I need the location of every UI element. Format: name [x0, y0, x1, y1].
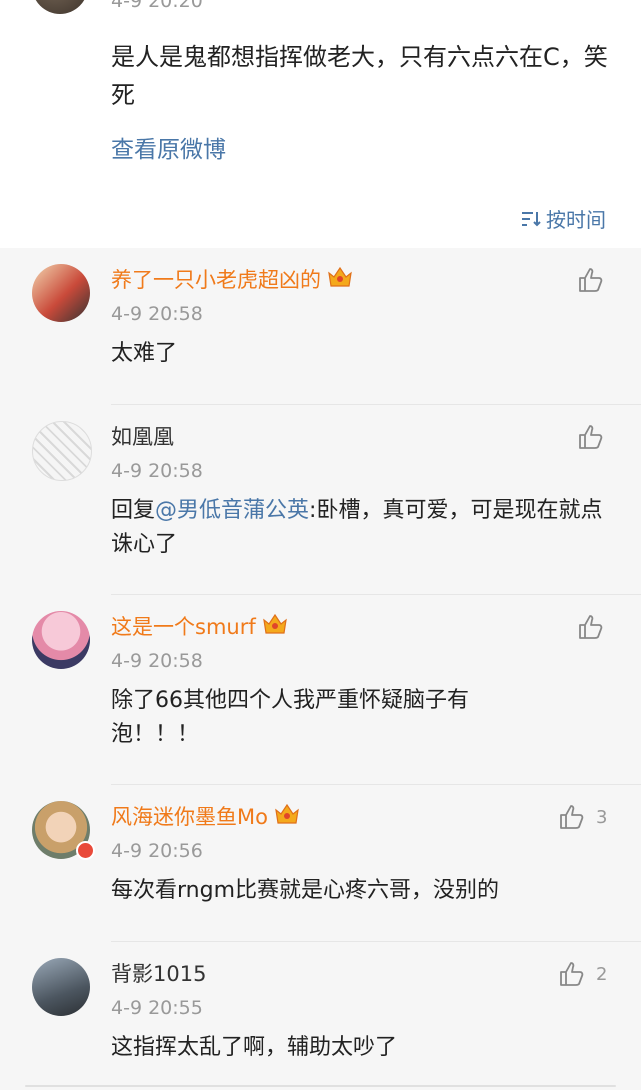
- comment-text: 每次看rngm比赛就是心疼六哥，没别的: [111, 878, 499, 903]
- like-button[interactable]: 2: [558, 960, 607, 988]
- reply-list: 养了一只小老虎超凶的 4-9 20:58 太难了 如凰凰 4-9 20:58 回…: [0, 248, 641, 1090]
- original-comment-section: 4-9 20:20 是人是鬼都想指挥做老大，只有六点六在C，笑死 查看原微博 按…: [0, 0, 641, 248]
- reply-prefix: 回复: [111, 498, 156, 523]
- comment-time: 4-9 20:58: [111, 303, 203, 325]
- thumbs-up-icon: [560, 805, 584, 829]
- like-button[interactable]: [577, 423, 605, 451]
- thumbs-up-icon: [560, 962, 584, 986]
- vip-crown-icon: [274, 802, 300, 831]
- thumbs-up-icon: [579, 615, 603, 639]
- list-item: 风海迷你墨鱼Mo 4-9 20:56 每次看rngm比赛就是心疼六哥，没别的 3: [0, 785, 641, 942]
- like-button[interactable]: [577, 613, 605, 641]
- sort-by-time-button[interactable]: 按时间: [520, 204, 606, 233]
- mention-link[interactable]: @男低音蒲公英: [155, 498, 309, 523]
- comment-time: 4-9 20:58: [111, 460, 203, 482]
- user-name-text: 这是一个smurf: [111, 615, 256, 639]
- like-count: 3: [596, 806, 608, 828]
- verified-badge-icon: [76, 841, 95, 860]
- comment-time: 4-9 20:56: [111, 840, 203, 862]
- comment-time: 4-9 20:55: [111, 997, 203, 1019]
- user-name[interactable]: 养了一只小老虎超凶的: [111, 264, 353, 294]
- avatar[interactable]: [32, 611, 90, 669]
- user-name-text: 养了一只小老虎超凶的: [111, 268, 321, 292]
- user-name[interactable]: 如凰凰: [111, 421, 174, 451]
- list-item: 如凰凰 4-9 20:58 回复@男低音蒲公英:卧槽，真可爱，可是现在就点诛心了: [0, 405, 641, 595]
- avatar[interactable]: [32, 264, 90, 322]
- comment-text: 太难了: [111, 341, 178, 366]
- avatar[interactable]: [32, 0, 88, 14]
- like-count: 2: [596, 963, 608, 985]
- comment-time: 4-9 20:20: [111, 0, 203, 12]
- comment-text: 这指挥太乱了啊，辅助太吵了: [111, 1035, 398, 1060]
- sort-label: 按时间: [546, 208, 606, 232]
- user-name[interactable]: 这是一个smurf: [111, 611, 288, 641]
- comment-text: 是人是鬼都想指挥做老大，只有六点六在C，笑死: [111, 43, 608, 109]
- user-name-text: 背影1015: [111, 962, 207, 986]
- user-name-text: 如凰凰: [111, 425, 174, 449]
- list-item: 这是一个smurf 4-9 20:58 除了66其他四个人我严重怀疑脑子有泡！！…: [0, 595, 641, 785]
- comment-text: 除了66其他四个人我严重怀疑脑子有泡！！！: [111, 688, 469, 747]
- sort-lines-icon: [522, 211, 541, 226]
- user-name-text: 风海迷你墨鱼Mo: [111, 805, 268, 829]
- bottom-divider: [25, 1085, 616, 1087]
- like-button[interactable]: [577, 266, 605, 294]
- comment-text: 回复@男低音蒲公英:卧槽，真可爱，可是现在就点诛心了: [111, 494, 611, 562]
- thumbs-up-icon: [579, 425, 603, 449]
- user-name[interactable]: 风海迷你墨鱼Mo: [111, 801, 300, 831]
- view-original-link[interactable]: 查看原微博: [111, 130, 226, 164]
- vip-crown-icon: [262, 612, 288, 641]
- avatar[interactable]: [32, 958, 90, 1016]
- vip-crown-icon: [327, 265, 353, 294]
- comment-time: 4-9 20:58: [111, 650, 203, 672]
- list-item: 养了一只小老虎超凶的 4-9 20:58 太难了: [0, 248, 641, 405]
- thumbs-up-icon: [579, 268, 603, 292]
- avatar[interactable]: [32, 421, 92, 481]
- list-item: 背影1015 4-9 20:55 这指挥太乱了啊，辅助太吵了 2: [0, 942, 641, 1090]
- user-name[interactable]: 背影1015: [111, 958, 206, 988]
- like-button[interactable]: 3: [558, 803, 607, 831]
